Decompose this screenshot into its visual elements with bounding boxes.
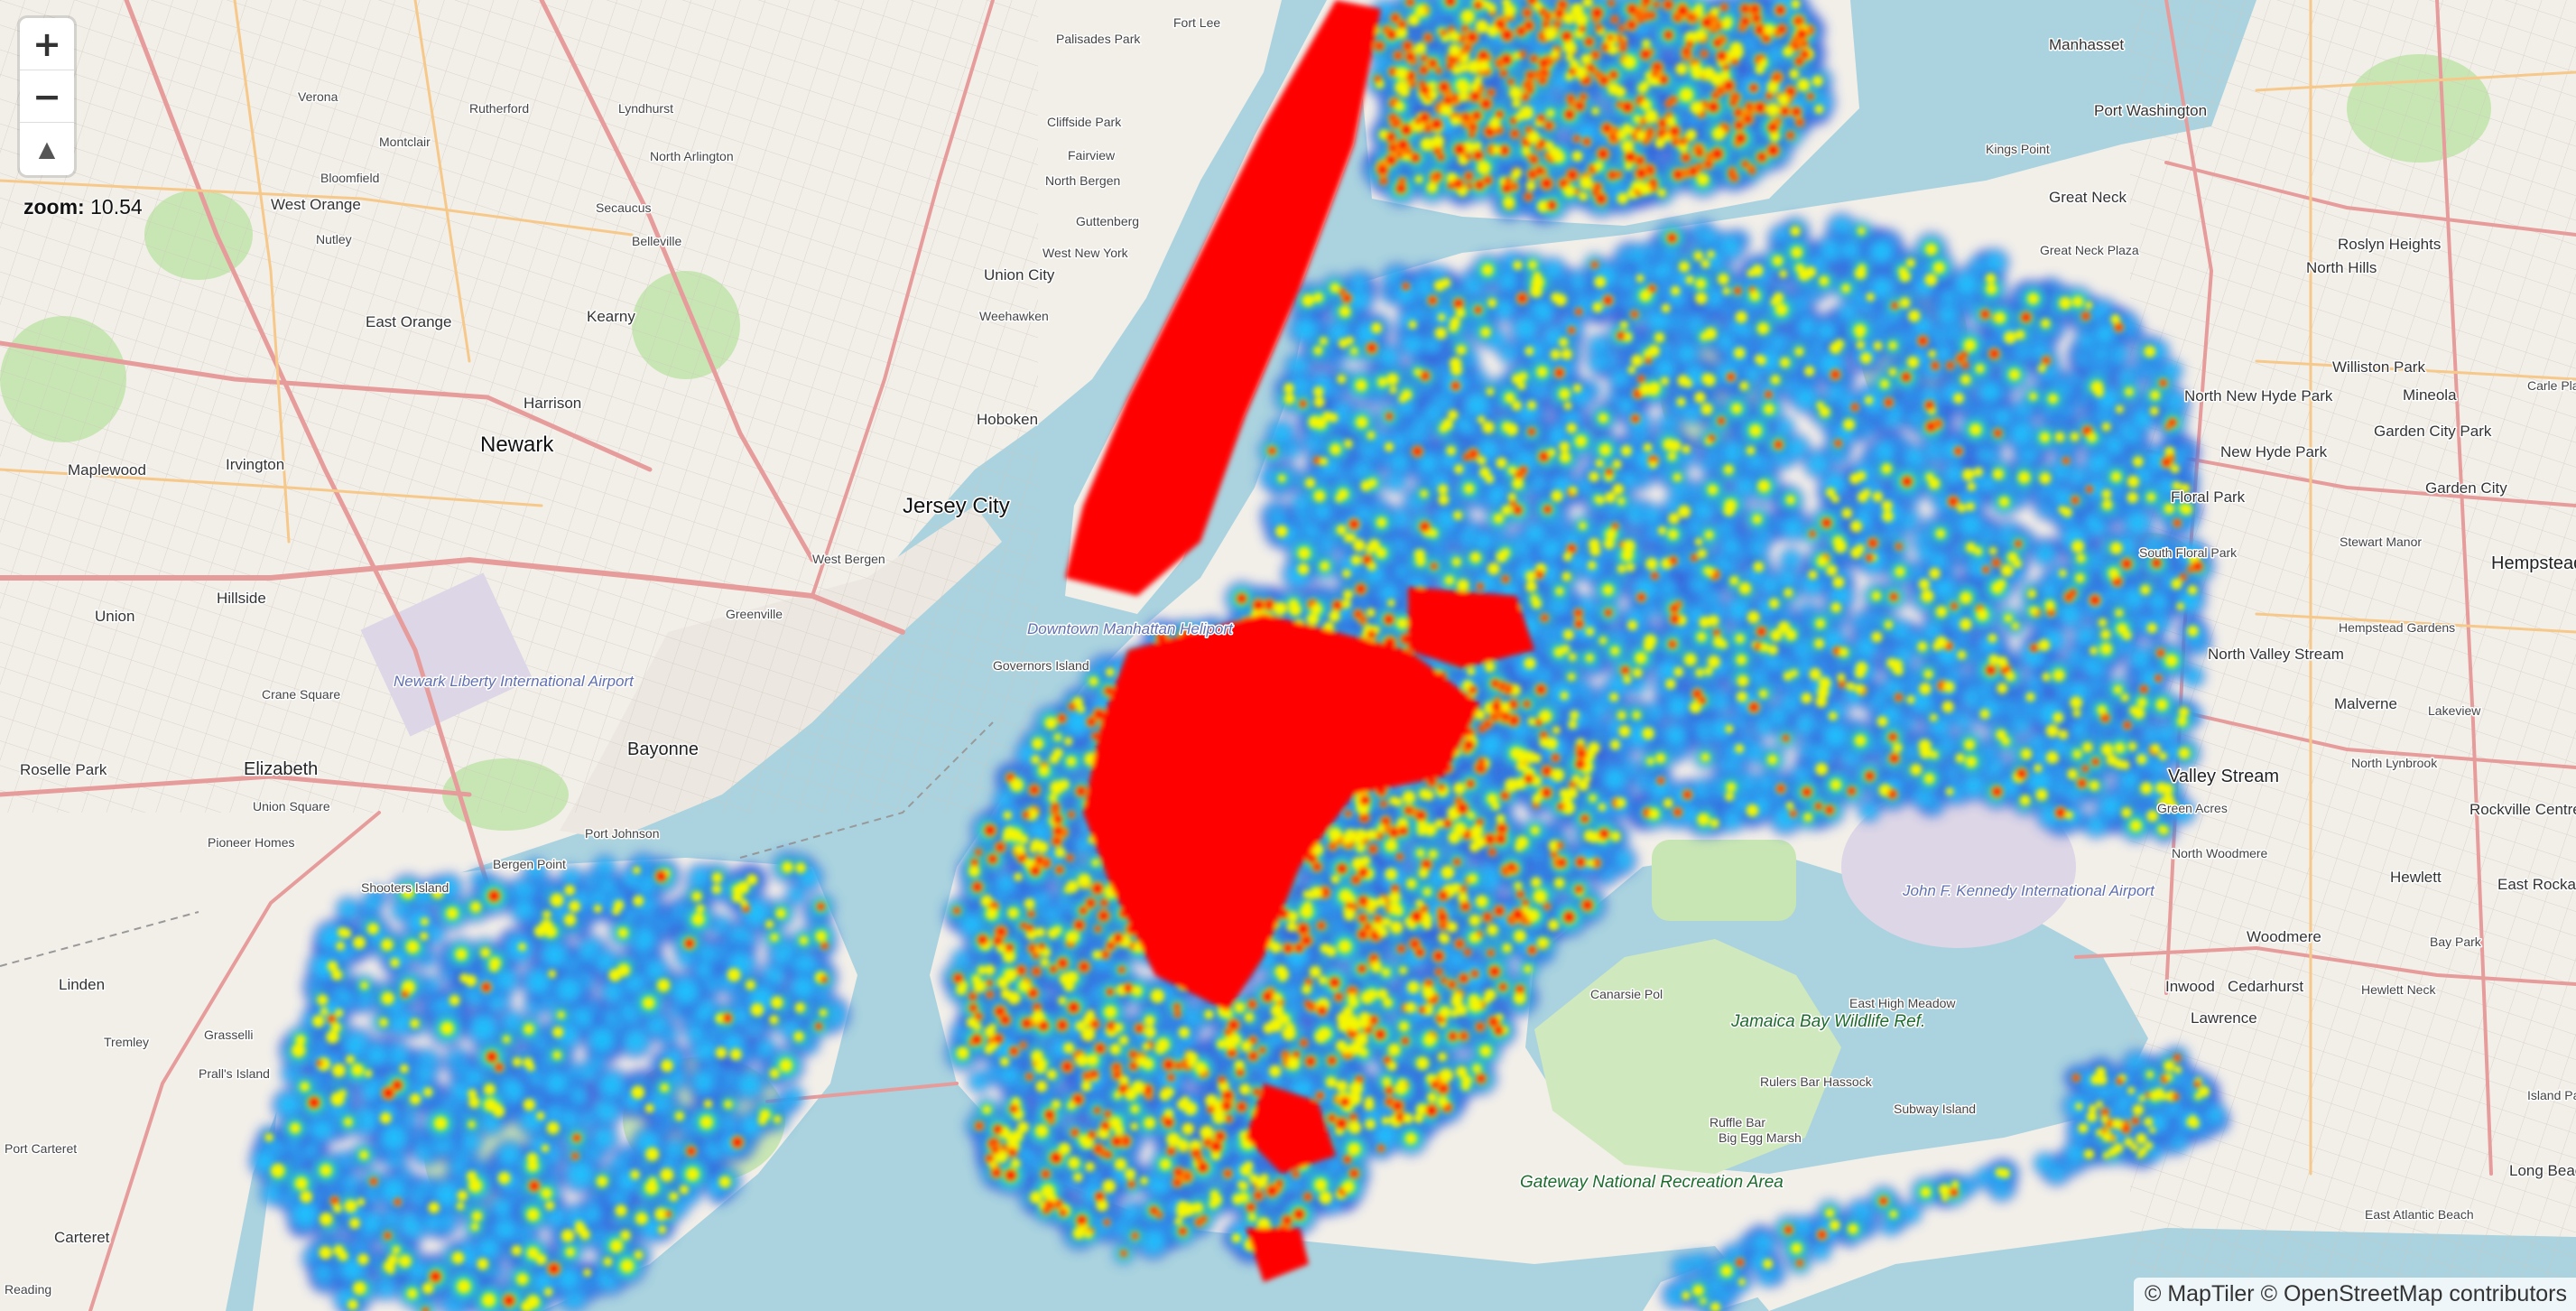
heat-blob [2035, 544, 2055, 563]
heat-blob [595, 952, 616, 972]
heat-blob [477, 1237, 500, 1260]
heat-blob [588, 1026, 616, 1054]
heat-blob [423, 1214, 441, 1232]
heat-blob [645, 960, 666, 981]
heat-blob [561, 1110, 579, 1129]
heat-blob [339, 900, 357, 918]
heat-blob [544, 1071, 570, 1095]
basemap: NewarkJersey CityHobokenElizabethBayonne… [0, 0, 2576, 1311]
heat-blob [416, 1065, 434, 1083]
heat-blob [380, 1124, 408, 1152]
heat-blob [555, 976, 582, 1003]
heat-blob [461, 1132, 480, 1151]
heat-blob [292, 1200, 320, 1228]
heat-blob [542, 942, 568, 968]
heat-blob [737, 1072, 762, 1097]
heat-blob [692, 1071, 715, 1093]
heat-blob [503, 1012, 522, 1031]
heat-blob [465, 1068, 484, 1087]
heat-blob [492, 1198, 512, 1218]
heat-blob [567, 1160, 595, 1188]
heat-blob [731, 1007, 750, 1025]
heat-blob [469, 1014, 497, 1042]
heat-blob [380, 1177, 407, 1204]
heat-blob [525, 969, 551, 995]
heat-blob [364, 895, 380, 911]
heat-blob [596, 858, 614, 877]
heat-blob [695, 962, 712, 979]
heat-blob [598, 1073, 625, 1098]
heat-blob [366, 1044, 388, 1066]
heat-blob [263, 1185, 282, 1203]
heat-blob [584, 1205, 602, 1223]
map-canvas[interactable]: Newark Jersey City Hoboken Elizabeth Bayonne… [0, 0, 2576, 1311]
street-grid-nj [0, 0, 1038, 813]
heat-blob [672, 977, 700, 1006]
heat-blob [408, 1260, 428, 1280]
heat-blob [546, 1207, 566, 1227]
heat-blob [791, 975, 816, 1000]
heat-blob [427, 925, 443, 943]
heat-blob [593, 1127, 616, 1149]
heat-blob [514, 899, 534, 920]
heat-blob [679, 950, 694, 966]
heat-blob [687, 1024, 706, 1043]
heat-blob [786, 1089, 802, 1105]
heat-blob [1776, 419, 1793, 435]
heat-blob [580, 1065, 597, 1081]
heat-blob [495, 969, 517, 991]
